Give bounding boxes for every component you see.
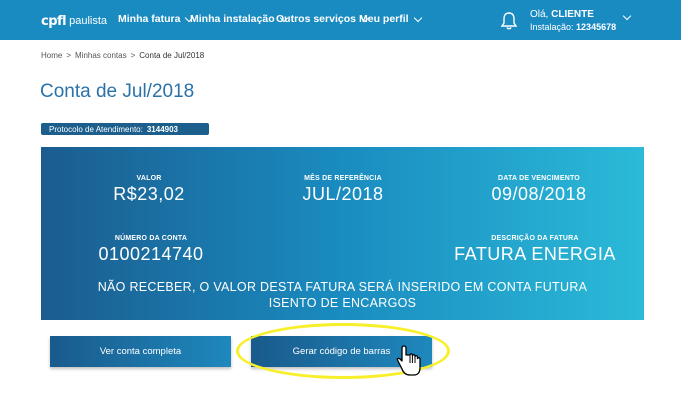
logo-name: paulista	[69, 15, 108, 27]
page-title: Conta de Jul/2018	[40, 81, 195, 102]
nav-minha-fatura[interactable]: Minha fatura	[118, 13, 194, 25]
installation-line: Instalação: 12345678	[530, 21, 616, 33]
mes-label: MÊS DE REFERÊNCIA	[304, 175, 382, 182]
logo-mark: cpfl	[41, 13, 67, 29]
field-descricao: DESCRIÇÃO DA FATURA FATURA ENERGIA	[445, 235, 625, 265]
protocol-label: Protocolo de Atendimento:	[49, 124, 143, 134]
field-vencimento: DATA DE VENCIMENTO 09/08/2018	[464, 175, 614, 205]
breadcrumb-current: Conta de Jul/2018	[139, 51, 205, 60]
nav-label: Minha fatura	[118, 13, 181, 25]
cpfl-logo[interactable]: cpfl paulista	[41, 10, 107, 32]
user-info[interactable]: Olá, CLIENTE Instalação: 12345678	[530, 9, 616, 33]
breadcrumb-separator: >	[130, 51, 136, 60]
notice-line-2: ISENTO DE ENCARGOS	[268, 296, 417, 310]
nav-label: Meu perfil	[359, 13, 409, 25]
generate-barcode-button[interactable]: Gerar código de barras	[251, 336, 432, 367]
field-numero-conta: NÚMERO DA CONTA 0100214740	[76, 235, 226, 265]
nav-label: Minha instalação	[190, 13, 275, 25]
nav-outros-servicos[interactable]: Outros serviços	[276, 13, 370, 25]
breadcrumb-separator: >	[66, 51, 72, 60]
installation-label: Instalação:	[530, 22, 574, 32]
valor-label: VALOR	[136, 175, 162, 182]
invoice-card: VALOR R$23,02 MÊS DE REFERÊNCIA JUL/2018…	[41, 147, 644, 320]
breadcrumb-minhas-contas[interactable]: Minhas contas	[75, 51, 127, 60]
nav-meu-perfil[interactable]: Meu perfil	[359, 13, 422, 25]
chevron-down-icon	[413, 13, 422, 22]
vencimento-label: DATA DE VENCIMENTO	[498, 175, 580, 182]
protocol-badge: Protocolo de Atendimento: 3144903	[41, 123, 209, 135]
nav-minha-instalacao[interactable]: Minha instalação	[190, 13, 288, 25]
greeting-prefix: Olá,	[530, 9, 549, 20]
notice-line-1: NÃO RECEBER, O VALOR DESTA FATURA SERÁ I…	[97, 280, 588, 294]
numero-label: NÚMERO DA CONTA	[114, 235, 188, 242]
top-navbar: cpfl paulista Minha fatura Minha instala…	[0, 0, 681, 40]
breadcrumb-home[interactable]: Home	[41, 51, 62, 60]
invoice-notice: NÃO RECEBER, O VALOR DESTA FATURA SERÁ I…	[41, 279, 644, 311]
chevron-down-icon[interactable]	[622, 11, 632, 21]
breadcrumb: Home > Minhas contas > Conta de Jul/2018	[41, 51, 204, 60]
valor-value: R$23,02	[113, 184, 185, 204]
descricao-label: DESCRIÇÃO DA FATURA	[491, 235, 579, 242]
descricao-value: FATURA ENERGIA	[454, 244, 616, 264]
field-mes-referencia: MÊS DE REFERÊNCIA JUL/2018	[273, 175, 413, 205]
nav-label: Outros serviços	[276, 13, 356, 25]
user-greeting: Olá, CLIENTE	[530, 9, 616, 21]
mes-value: JUL/2018	[302, 184, 384, 204]
installation-number: 12345678	[576, 22, 617, 32]
view-full-bill-button[interactable]: Ver conta completa	[50, 336, 231, 367]
field-valor: VALOR R$23,02	[89, 175, 209, 205]
protocol-value: 3144903	[146, 124, 178, 134]
bell-icon[interactable]	[499, 11, 519, 31]
vencimento-value: 09/08/2018	[491, 184, 587, 204]
numero-value: 0100214740	[98, 244, 204, 264]
user-name: CLIENTE	[551, 9, 594, 20]
